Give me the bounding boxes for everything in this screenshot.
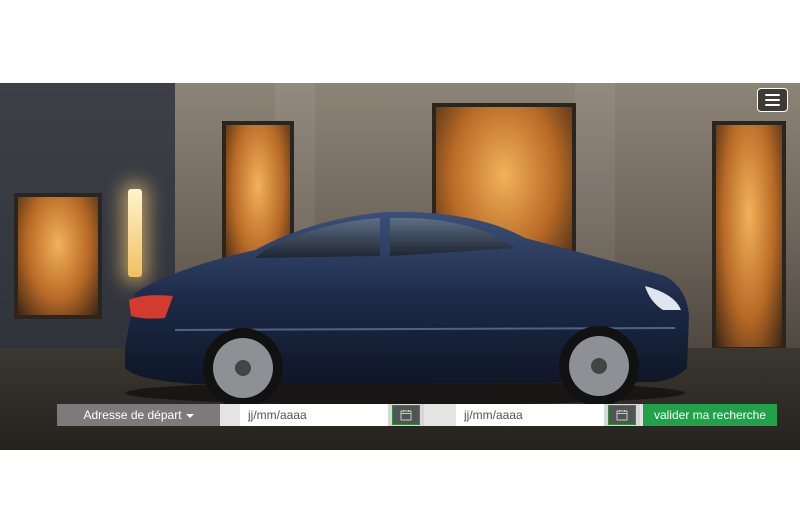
building-window [712,121,786,351]
calendar-icon [400,410,412,421]
separator [424,404,456,426]
front-wheel [559,326,639,406]
hamburger-menu-button[interactable] [757,88,788,112]
submit-search-button[interactable]: valider ma recherche [643,404,777,426]
departure-address-dropdown[interactable]: Adresse de départ [57,404,220,426]
car-image [125,211,689,408]
hamburger-menu-icon [765,94,780,96]
hamburger-menu-icon [765,104,780,106]
calendar-icon [616,410,628,421]
end-date-input[interactable] [456,404,604,426]
start-date-calendar-button[interactable] [388,404,424,426]
building-window [14,193,102,319]
rear-wheel [203,328,283,408]
hamburger-menu-icon [765,99,780,101]
search-bar: Adresse de départ valider ma recherche [57,404,777,426]
hero-banner [0,83,800,450]
separator [220,404,240,426]
start-date-input[interactable] [240,404,388,426]
departure-address-label: Adresse de départ [83,408,182,422]
end-date-calendar-button[interactable] [604,404,640,426]
caret-down-icon [185,413,194,418]
